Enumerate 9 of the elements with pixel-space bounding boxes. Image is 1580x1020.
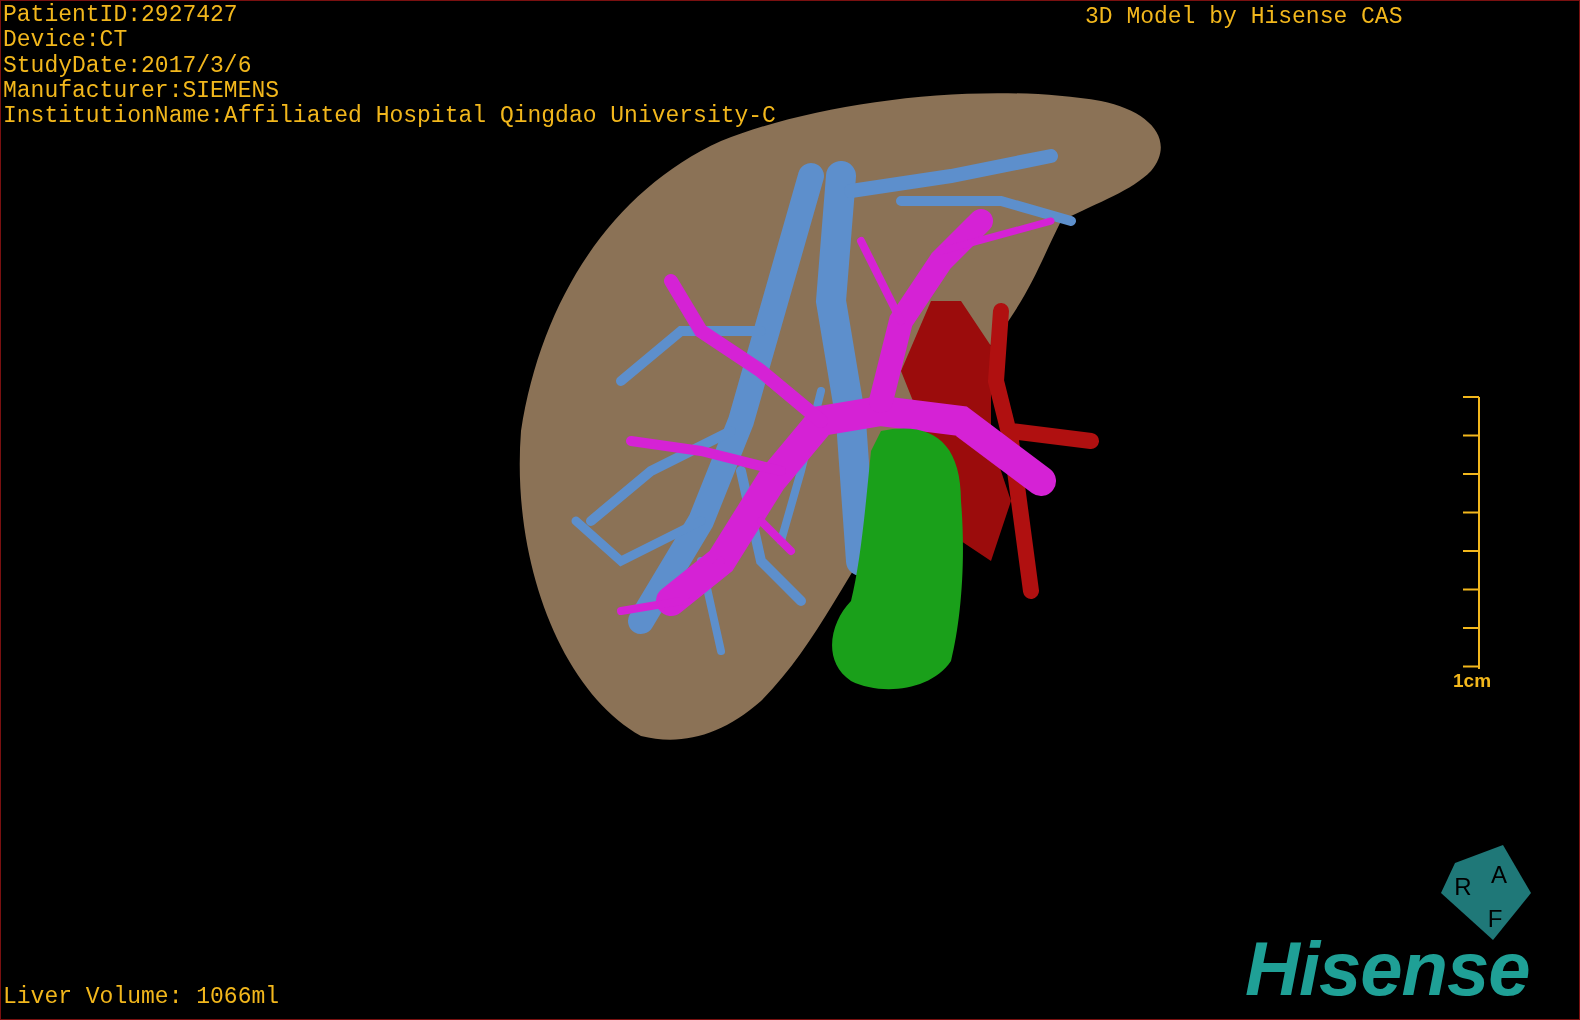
viewer-title: 3D Model by Hisense CAS [1085,4,1403,30]
info-text: InstitutionName:Affiliated Hospital Qingdao University-C [3,104,776,130]
scale-label: 1cm [1453,670,1492,692]
info-text: Device:CT [3,28,129,54]
brand-logo: Hisense [1245,929,1530,1009]
info-text: PatientID:2927427 [3,3,239,28]
info-text: Manufacturer:SIEMENS [3,78,281,104]
info-text: StudyDate:2017/3/6 [3,53,253,79]
liver-volume-text: Liver Volume: 1066ml [3,984,280,1010]
